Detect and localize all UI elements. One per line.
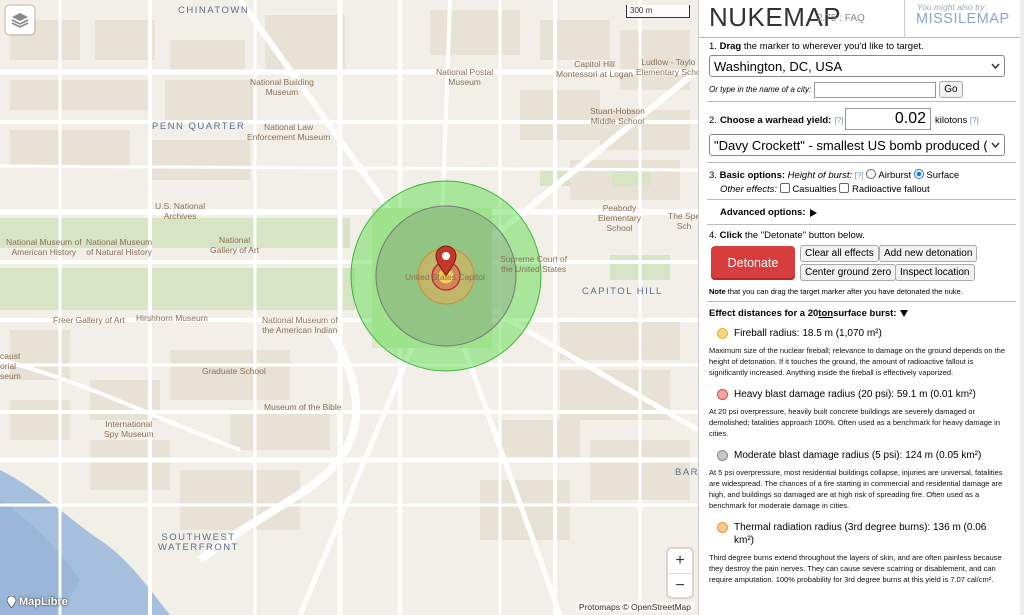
zoom-out-button[interactable]: −: [668, 573, 692, 597]
layers-button[interactable]: [6, 6, 34, 34]
header-divider: [904, 0, 905, 38]
map-view[interactable]: CHINATOWN PENN QUARTER CAPITOL HILL SOUT…: [0, 0, 698, 615]
control-panel: NUKEMAP 2.75 : FAQ You might also try: M…: [698, 0, 1024, 615]
label-freer-gallery: Freer Gallery of Art: [53, 315, 125, 325]
zoom-in-button[interactable]: +: [668, 549, 692, 573]
preset-select[interactable]: "Davy Crockett" - smallest US bomb produ…: [709, 134, 1005, 156]
divider: [707, 301, 1016, 302]
inspect-location-button[interactable]: Inspect location: [895, 264, 975, 281]
surface-radio[interactable]: [913, 169, 924, 179]
layers-icon: [11, 13, 29, 28]
city-search-row: Or type in the name of a city: Go: [709, 81, 963, 98]
zoom-control: + −: [668, 549, 692, 597]
label-national-gallery-of-art: National Gallery of Art: [210, 235, 260, 255]
airburst-radio[interactable]: [866, 169, 877, 179]
divider: [707, 101, 1016, 102]
divider: [707, 162, 1016, 163]
label-holocaust-memorial: caust orial seum: [0, 351, 21, 381]
label-us-capitol: United States Capitol: [405, 272, 485, 282]
label-stuart-hobson: Stuart-Hobson Middle School: [590, 106, 645, 126]
effect-description: At 5 psi overpressure, most residential …: [709, 468, 1003, 510]
label-graduate-school: Graduate School: [202, 366, 266, 376]
effect-title: Heavy blast damage radius (20 psi): 59.1…: [734, 389, 976, 400]
label-museum-of-the-bible: Museum of the Bible: [264, 402, 342, 412]
center-ground-zero-button[interactable]: Center ground zero: [800, 264, 897, 281]
map-tiles: [0, 0, 698, 615]
label-us-national-archives: U.S. National Archives: [155, 201, 206, 221]
clear-effects-button[interactable]: Clear all effects: [800, 245, 879, 262]
label-supreme-court: Supreme Court of the United States: [500, 254, 568, 274]
label-international-spy-museum: International Spy Museum: [104, 419, 154, 439]
chevron-down-icon: [991, 142, 1000, 148]
label-national-law-enforcement-museum: National Law Enforcement Museum: [247, 122, 331, 142]
effects-list: Fireball radius: 18.5 m (1,070 m²) Maxim…: [709, 327, 1009, 595]
effect-title: Fireball radius: 18.5 m (1,070 m²): [734, 328, 882, 339]
step-1: 1. Drag the marker to wherever you'd lik…: [709, 41, 924, 52]
divider: [707, 199, 1016, 200]
effect-title: Moderate blast damage radius (5 psi): 12…: [734, 450, 982, 461]
effects-header[interactable]: Effect distances for a 20 ton surface bu…: [709, 308, 909, 319]
map-attribution[interactable]: Protomaps © OpenStreetMap: [575, 602, 694, 612]
label-ludlow-taylor: Ludlow - Taylo Elementary Scho: [636, 57, 698, 77]
label-capitol-hill: CAPITOL HILL: [582, 286, 663, 297]
burst-help-link[interactable]: [?]: [855, 171, 864, 180]
maplibre-logo[interactable]: MapLibre: [6, 596, 68, 608]
step-4: 4. Click the "Detonate" button below.: [709, 230, 865, 241]
label-bar: BAR: [675, 467, 698, 478]
missilemap-link[interactable]: MISSILEMAP: [916, 11, 1010, 27]
yield-help-link[interactable]: [?]: [834, 116, 843, 125]
step-2: 2. Choose a warhead yield: [?]: [709, 115, 844, 126]
triangle-right-icon: [809, 208, 817, 217]
detonate-note: Note that you can drag the target marker…: [709, 287, 963, 296]
label-nmai: National Museum of the American Indian: [262, 315, 338, 335]
effect-title: Thermal radiation radius (3rd degree bur…: [734, 522, 987, 546]
fallout-checkbox[interactable]: [839, 183, 850, 193]
panel-scrollbar[interactable]: [1020, 0, 1024, 615]
label-chinatown: CHINATOWN: [178, 5, 250, 16]
label-southwest-waterfront: SOUTHWEST WATERFRONT: [158, 532, 239, 553]
label-the-spe: The Spe Sch: [668, 211, 698, 231]
version-faq-link[interactable]: 2.75 : FAQ: [817, 13, 865, 24]
effect-description: Maximum size of the nuclear fireball; re…: [709, 346, 1006, 377]
label-capitol-hill-montessori: Capitol Hill Montessori at Logan: [556, 59, 634, 79]
effect-heavy-blast: Heavy blast damage radius (20 psi): 59.1…: [709, 388, 1009, 439]
yield-unit: kilotons [?]: [935, 115, 979, 126]
label-peabody-elementary: Peabody Elementary School: [598, 203, 641, 233]
effect-swatch: [717, 389, 728, 400]
effect-description: At 20 psi overpressure, heavily built co…: [709, 407, 1001, 438]
city-input[interactable]: [814, 81, 937, 98]
label-national-building-museum: National Building Museum: [250, 77, 314, 97]
effect-swatch: [717, 328, 728, 339]
add-detonation-button[interactable]: Add new detonation: [879, 245, 978, 262]
label-nmah: National Museum of American History: [6, 237, 82, 257]
scale-bar: 300 m: [626, 5, 690, 18]
effect-description: Third degree burns extend throughout the…: [709, 553, 1002, 584]
effect-thermal-radiation: Thermal radiation radius (3rd degree bur…: [709, 521, 1009, 585]
step-3: 3. Basic options: Height of burst: [?] A…: [709, 169, 960, 195]
triangle-down-icon: [900, 310, 909, 317]
label-national-postal-museum: National Postal Museum: [436, 67, 494, 87]
casualties-checkbox[interactable]: [779, 183, 790, 193]
effect-fireball: Fireball radius: 18.5 m (1,070 m²) Maxim…: [709, 327, 1009, 378]
maplibre-pin-icon: [6, 596, 17, 608]
effect-swatch: [717, 450, 728, 461]
unit-help-link[interactable]: [?]: [970, 116, 979, 125]
label-penn-quarter: PENN QUARTER: [152, 121, 246, 132]
divider: [707, 224, 1016, 225]
advanced-options-toggle[interactable]: Advanced options:: [720, 207, 817, 218]
panel-header: NUKEMAP 2.75 : FAQ You might also try: M…: [699, 0, 1024, 38]
effect-swatch: [717, 522, 728, 533]
city-select[interactable]: Washington, DC, USA: [709, 55, 1005, 77]
chevron-down-icon: [991, 63, 1000, 69]
detonate-button[interactable]: Detonate: [711, 246, 795, 280]
go-button[interactable]: Go: [939, 81, 963, 98]
effect-moderate-blast: Moderate blast damage radius (5 psi): 12…: [709, 449, 1009, 511]
label-nmnh: National Museum of Natural History: [86, 237, 153, 257]
yield-input[interactable]: 0.02: [845, 108, 931, 130]
label-hirshhorn: Hirshhorn Museum: [136, 313, 208, 323]
